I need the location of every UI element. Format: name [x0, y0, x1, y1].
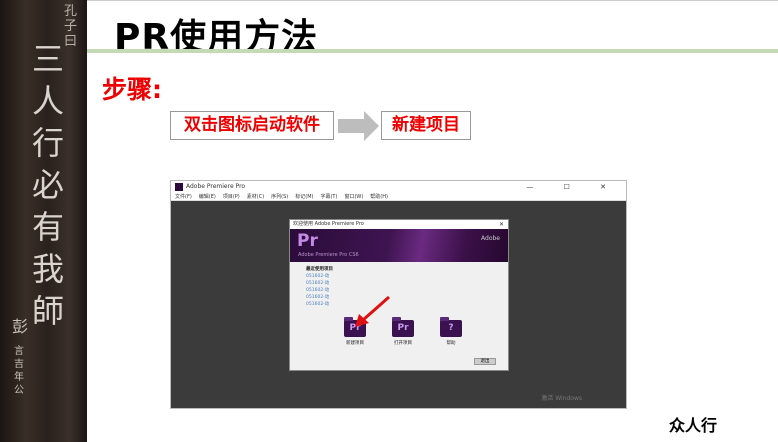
menu-project[interactable]: 项目(P): [223, 193, 240, 200]
help-icon: ?: [440, 317, 462, 337]
welcome-dialog: 欢迎使用 Adobe Premiere Pro ✕ Pr Adobe Premi…: [289, 219, 509, 371]
premiere-screenshot: Adobe Premiere Pro — ☐ ✕ 文件(F) 编辑(E) 项目(…: [170, 180, 627, 409]
premiere-app-icon: [175, 183, 183, 191]
menu-title[interactable]: 字幕(T): [320, 193, 337, 200]
menu-edit[interactable]: 编辑(E): [199, 193, 216, 200]
recent-item[interactable]: 051602-动: [306, 294, 333, 301]
calligraphy-main: 三人行必有我師: [31, 40, 64, 330]
window-controls[interactable]: — ☐ ✕: [526, 181, 620, 193]
menu-window[interactable]: 窗口(W): [344, 193, 363, 200]
red-pointer-arrow-icon: [355, 295, 390, 327]
adobe-logo: Adobe: [481, 235, 500, 242]
menu-help[interactable]: 帮助(H): [370, 193, 388, 200]
open-project-label: 打开项目: [394, 341, 412, 346]
window-title: Adobe Premiere Pro: [186, 183, 246, 190]
calligraphy-signature: 彭: [12, 317, 29, 336]
footer-brand: 众人行: [669, 416, 718, 435]
menu-sequence[interactable]: 序列(S): [271, 193, 288, 200]
calligraphy-panel: 孔子曰 三人行必有我師 彭 言吉年公: [0, 0, 87, 442]
premiere-logo: Pr: [297, 231, 318, 251]
open-project-icon: Pr: [392, 317, 414, 337]
recent-item[interactable]: 051602-动: [306, 301, 333, 308]
steps-label: 步骤:: [102, 75, 162, 104]
menu-bar: 文件(F) 编辑(E) 项目(P) 素材(C) 序列(S) 标记(M) 字幕(T…: [171, 193, 626, 201]
recent-projects: 最近使用项目 051602-动 051602-动 051602-动 051602…: [306, 266, 333, 308]
recent-item[interactable]: 051602-动: [306, 273, 333, 280]
close-icon[interactable]: ✕: [499, 220, 504, 229]
title-underline: [87, 49, 778, 53]
step-1-box: 双击图标启动软件: [170, 111, 334, 140]
step-2-box: 新建项目: [381, 111, 471, 140]
step-arrow-icon: [338, 111, 379, 141]
dialog-title: 欢迎使用 Adobe Premiere Pro: [293, 221, 364, 227]
menu-file[interactable]: 文件(F): [175, 193, 192, 200]
calligraphy-signature-small: 言吉年公: [14, 346, 24, 396]
activate-windows-watermark: 激活 Windows: [541, 395, 582, 402]
recent-item[interactable]: 051602-动: [306, 287, 333, 294]
help-button[interactable]: ? 帮助: [436, 317, 466, 346]
menu-clip[interactable]: 素材(C): [247, 193, 264, 200]
top-divider: [87, 0, 778, 1]
help-label: 帮助: [446, 341, 456, 346]
new-project-label: 新建项目: [346, 341, 364, 346]
product-name: Adobe Premiere Pro CS6: [298, 252, 359, 258]
window-titlebar: Adobe Premiere Pro — ☐ ✕: [171, 181, 626, 193]
recent-item[interactable]: 051602-动: [306, 280, 333, 287]
dialog-titlebar: 欢迎使用 Adobe Premiere Pro ✕: [290, 220, 508, 229]
menu-marker[interactable]: 标记(M): [295, 193, 313, 200]
exit-button[interactable]: 退出: [474, 358, 496, 365]
dialog-banner: Pr Adobe Premiere Pro CS6 Adobe: [290, 229, 508, 262]
recent-header: 最近使用项目: [306, 267, 333, 272]
